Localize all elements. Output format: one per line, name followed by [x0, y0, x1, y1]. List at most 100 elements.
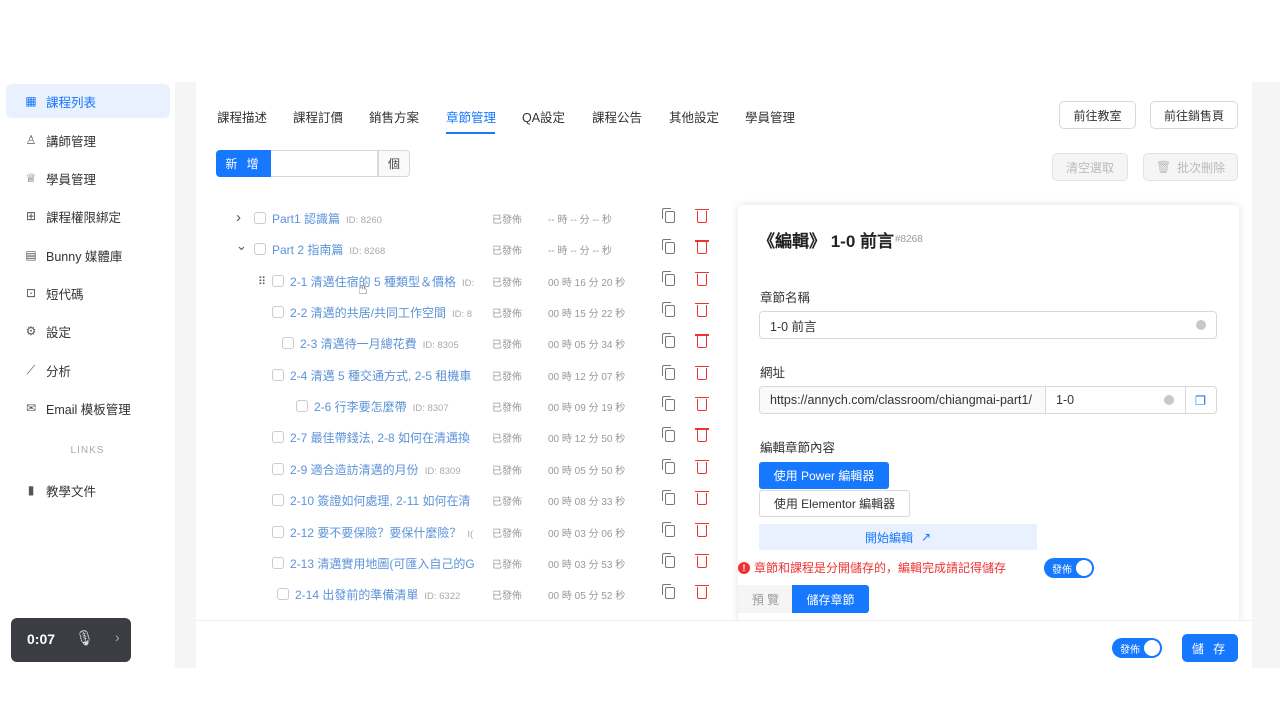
copy-icon[interactable]	[662, 270, 675, 286]
chevron-right-icon[interactable]: ›	[115, 629, 120, 645]
chevron-right-icon[interactable]: ›	[236, 209, 241, 226]
chapter-title[interactable]: 2-3 清邁待一月總花費 ID: 8305	[300, 335, 459, 352]
course-publish-toggle[interactable]: 發佈	[1112, 638, 1162, 658]
chapter-checkbox[interactable]	[254, 243, 266, 256]
chevron-down-icon[interactable]: ⌄	[236, 238, 247, 254]
add-chapter-button[interactable]: 新 增	[216, 150, 271, 177]
chapter-publish-toggle[interactable]: 發佈	[1044, 558, 1094, 578]
trash-icon[interactable]	[695, 240, 709, 255]
elementor-editor-button[interactable]: 使用 Elementor 編輯器	[759, 490, 910, 517]
chapter-title[interactable]: 2-6 行李要怎麼帶 ID: 8307	[314, 398, 449, 415]
trash-icon[interactable]	[695, 365, 709, 380]
copy-icon[interactable]	[662, 490, 675, 506]
copy-icon[interactable]	[662, 584, 675, 600]
chapter-checkbox[interactable]	[272, 306, 284, 319]
tab-students[interactable]: 學員管理	[745, 107, 795, 126]
sidebar-item-instructors[interactable]: ♙ 講師管理	[6, 123, 170, 157]
chapter-checkbox[interactable]	[272, 525, 284, 538]
trash-icon[interactable]	[695, 585, 709, 600]
chapter-title[interactable]: 2-2 清邁的共居/共同工作空間 ID: 8	[290, 304, 472, 321]
screen-recorder-widget[interactable]: 0:07 🎙 ›	[11, 618, 131, 662]
copy-icon[interactable]	[662, 208, 675, 223]
sidebar-item-students[interactable]: ♕ 學員管理	[6, 161, 170, 195]
chapter-title[interactable]: 2-14 出發前的準備清單 ID: 6322	[295, 586, 460, 603]
copy-icon[interactable]	[662, 302, 675, 318]
sidebar-item-email[interactable]: ✉ Email 模板管理	[6, 391, 170, 425]
chapter-title[interactable]: 2-7 最佳帶錢法, 2-8 如何在清邁換	[290, 429, 470, 446]
sidebar-item-shortcodes[interactable]: ⊡ 短代碼	[6, 276, 170, 310]
chapter-title[interactable]: 2-13 清邁實用地圖(可匯入自己的G	[290, 555, 475, 572]
copy-icon[interactable]	[662, 333, 675, 349]
add-count-input[interactable]	[271, 150, 378, 177]
tab-chapters[interactable]: 章節管理	[446, 107, 496, 126]
start-edit-button[interactable]: 開始編輯 ↗	[759, 524, 1037, 550]
chapter-row[interactable]: 2-13 清邁實用地圖(可匯入自己的G 已發佈 00 時 03 分 53 秒	[196, 548, 736, 579]
tab-qa[interactable]: QA設定	[522, 107, 565, 126]
chapter-row[interactable]: › Part1 認識篇 ID: 8260 已發佈 -- 時 -- 分 -- 秒	[196, 203, 736, 234]
copy-url-button[interactable]: ❐	[1185, 386, 1217, 414]
clear-icon[interactable]	[1164, 395, 1174, 405]
chapter-row[interactable]: 2-6 行李要怎麼帶 ID: 8307 已發佈 00 時 09 分 19 秒	[196, 391, 736, 422]
chapter-checkbox[interactable]	[272, 494, 284, 507]
clear-icon[interactable]	[1196, 320, 1206, 330]
sidebar-item-analytics[interactable]: ⟋ 分析	[6, 353, 170, 387]
chapter-title[interactable]: 2-10 簽證如何處理, 2-11 如何在清	[290, 492, 470, 509]
chapter-checkbox[interactable]	[282, 337, 294, 350]
trash-icon[interactable]	[695, 271, 709, 286]
chapter-title[interactable]: Part1 認識篇 ID: 8260	[272, 210, 382, 227]
chapter-checkbox[interactable]	[272, 462, 284, 475]
chapter-row[interactable]: 2-10 簽證如何處理, 2-11 如何在清 已發佈 00 時 08 分 33 秒	[196, 485, 736, 516]
tab-other-settings[interactable]: 其他設定	[669, 107, 719, 126]
tab-sales-plans[interactable]: 銷售方案	[369, 107, 419, 126]
copy-icon[interactable]	[662, 458, 675, 474]
bulk-delete-button[interactable]: 🗑 批次刪除	[1143, 153, 1238, 181]
go-to-sales-page-button[interactable]: 前往銷售頁	[1150, 101, 1238, 129]
chapter-row[interactable]: ⌄ Part 2 指南篇 ID: 8268 已發佈 -- 時 -- 分 -- 秒	[196, 234, 736, 265]
save-course-button[interactable]: 儲 存	[1182, 634, 1238, 662]
chapter-checkbox[interactable]	[296, 400, 308, 413]
chapter-title[interactable]: 2-1 清邁住宿的 5 種類型＆價格 ID:	[290, 273, 474, 290]
chapter-checkbox[interactable]	[272, 274, 284, 287]
chapter-name-input[interactable]: 1-0 前言	[759, 311, 1217, 339]
copy-icon[interactable]	[662, 364, 675, 380]
save-chapter-button[interactable]: 儲存章節	[792, 585, 869, 613]
chapter-row[interactable]: 2-14 出發前的準備清單 ID: 6322 已發佈 00 時 05 分 52 秒	[196, 579, 736, 610]
copy-icon[interactable]	[662, 239, 675, 255]
sidebar-item-bunny[interactable]: ▤ Bunny 媒體庫	[6, 238, 170, 272]
chapter-checkbox[interactable]	[272, 368, 284, 381]
chapter-row[interactable]: 2-3 清邁待一月總花費 ID: 8305 已發佈 00 時 05 分 34 秒	[196, 328, 736, 359]
trash-icon[interactable]	[695, 553, 709, 568]
copy-icon[interactable]	[662, 396, 675, 412]
trash-icon[interactable]	[695, 428, 709, 443]
chapter-checkbox[interactable]	[254, 212, 266, 224]
chapter-title[interactable]: 2-12 要不要保險？要保什麼險？ I(	[290, 524, 473, 541]
trash-icon[interactable]	[695, 459, 709, 474]
clear-selection-button[interactable]: 清空選取	[1052, 153, 1128, 181]
mic-muted-icon[interactable]: 🎙	[75, 629, 94, 647]
chapter-checkbox[interactable]	[272, 556, 284, 569]
chapter-row[interactable]: 2-2 清邁的共居/共同工作空間 ID: 8 已發佈 00 時 15 分 22 秒	[196, 297, 736, 328]
sidebar-item-settings[interactable]: ⚙ 設定	[6, 314, 170, 348]
chapter-row[interactable]: 2-12 要不要保險？要保什麼險？ I(已發佈 00 時 03 分 06 秒	[196, 517, 736, 548]
tab-announcements[interactable]: 課程公告	[592, 107, 642, 126]
chapter-row[interactable]: 2-9 適合造訪清邁的月份 ID: 8309 已發佈 00 時 05 分 50 秒	[196, 454, 736, 485]
preview-button[interactable]: 預 覽	[738, 585, 793, 613]
chapter-checkbox[interactable]	[277, 588, 289, 601]
go-to-classroom-button[interactable]: 前往教室	[1059, 101, 1136, 129]
chapter-title[interactable]: 2-9 適合造訪清邁的月份 ID: 8309	[290, 461, 461, 478]
tab-pricing[interactable]: 課程訂價	[293, 107, 343, 126]
chapter-title[interactable]: Part 2 指南篇 ID: 8268	[272, 241, 385, 258]
tab-description[interactable]: 課程描述	[217, 107, 267, 126]
trash-icon[interactable]	[695, 334, 709, 349]
trash-icon[interactable]	[695, 491, 709, 506]
sidebar-item-course-list[interactable]: ▦ 課程列表	[6, 84, 170, 118]
chapter-row[interactable]: 2-4 清邁 5 種交通方式, 2-5 租機車 已發佈 00 時 12 分 07 秒	[196, 360, 736, 391]
chapter-title[interactable]: 2-4 清邁 5 種交通方式, 2-5 租機車	[290, 367, 471, 384]
power-editor-button[interactable]: 使用 Power 編輯器	[759, 462, 889, 489]
trash-icon[interactable]	[695, 397, 709, 412]
chapter-row[interactable]: ⠿ 2-1 清邁住宿的 5 種類型＆價格 ID: 已發佈 00 時 16 分 20 秒	[196, 266, 736, 297]
copy-icon[interactable]	[662, 427, 675, 443]
sidebar-item-docs[interactable]: ▮ 教學文件	[6, 473, 170, 507]
trash-icon[interactable]	[695, 303, 709, 318]
copy-icon[interactable]	[662, 521, 675, 537]
